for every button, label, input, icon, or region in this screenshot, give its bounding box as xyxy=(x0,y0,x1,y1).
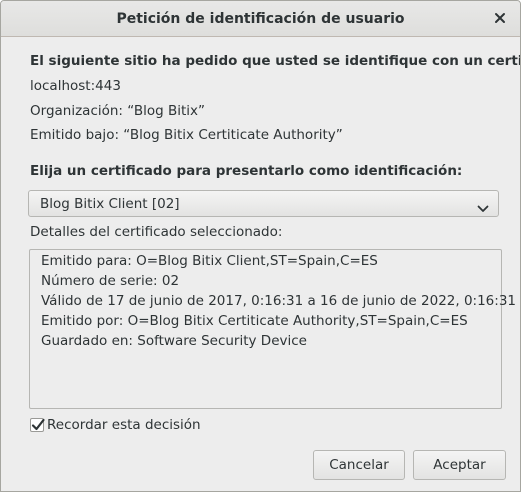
remember-label[interactable]: Recordar esta decisión xyxy=(47,417,201,433)
certificate-select[interactable]: Blog Bitix Client [02] xyxy=(28,190,499,217)
certificate-request-dialog: Petición de identificación de usuario El… xyxy=(0,0,521,492)
request-organization: Organización: “Blog Bitix” xyxy=(30,103,206,119)
request-issued-under: Emitido bajo: “Blog Bitix Certiticate Au… xyxy=(30,127,343,143)
details-line: Guardado en: Software Security Device xyxy=(41,333,307,349)
accept-button[interactable]: Aceptar xyxy=(413,450,506,480)
checkmark-icon xyxy=(31,418,45,431)
cancel-button[interactable]: Cancelar xyxy=(313,450,405,480)
certificate-select-value: Blog Bitix Client [02] xyxy=(40,196,180,212)
details-line: Emitido por: O=Blog Bitix Certiticate Au… xyxy=(41,313,468,329)
certificate-details-box[interactable]: Emitido para: O=Blog Bitix Client,ST=Spa… xyxy=(29,249,516,409)
dialog-content: El siguiente sitio ha pedido que usted s… xyxy=(1,37,520,491)
details-line: Válido de 17 de junio de 2017, 0:16:31 a… xyxy=(41,293,516,309)
details-label: Detalles del certificado seleccionado: xyxy=(30,224,283,240)
chevron-down-icon xyxy=(477,199,489,212)
request-host: localhost:443 xyxy=(30,78,121,94)
close-icon[interactable] xyxy=(492,10,508,26)
details-line: Número de serie: 02 xyxy=(41,273,180,289)
remember-checkbox[interactable] xyxy=(30,418,45,432)
titlebar: Petición de identificación de usuario xyxy=(1,1,520,37)
details-line: Emitido para: O=Blog Bitix Client,ST=Spa… xyxy=(41,253,378,269)
window-title: Petición de identificación de usuario xyxy=(116,11,405,27)
request-heading: El siguiente sitio ha pedido que usted s… xyxy=(30,53,521,69)
certificate-prompt: Elija un certificado para presentarlo co… xyxy=(30,163,463,179)
